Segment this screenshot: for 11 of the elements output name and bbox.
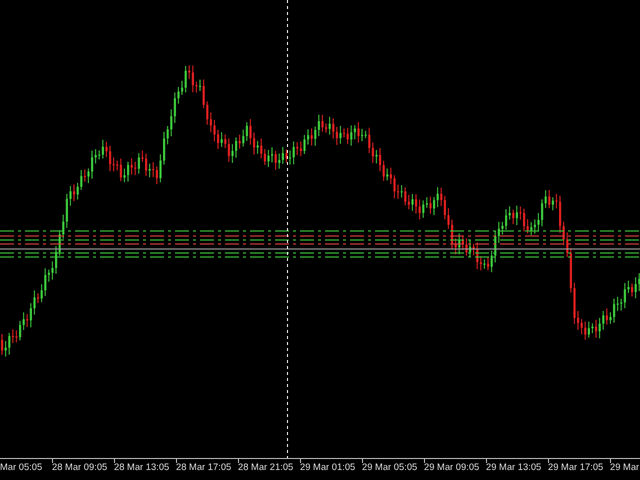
time-axis-label: 28 Mar 13:05 (114, 460, 170, 474)
time-axis-label: 29 Mar 01:05 (300, 460, 356, 474)
time-axis-label: 29 Mar 17:05 (548, 460, 604, 474)
time-axis-label: 29 Mar 09:05 (424, 460, 480, 474)
time-axis-label: 29 Mar 13:05 (486, 460, 542, 474)
time-axis-label: 28 Mar 09:05 (52, 460, 108, 474)
time-axis-label: 28 Mar 21:05 (238, 460, 294, 474)
time-axis-label: 29 Mar 05:05 (362, 460, 418, 474)
time-axis-label: 28 Mar 17:05 (176, 460, 232, 474)
time-axis-label: Mar 05:05 (0, 460, 44, 474)
time-axis-label: 29 Mar (610, 460, 640, 474)
